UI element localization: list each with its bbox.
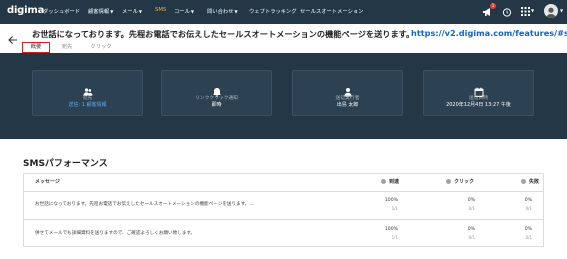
sort-icon — [446, 178, 451, 184]
apps-grid-icon[interactable] — [519, 5, 531, 18]
chevron-down-icon: ▼ — [234, 9, 238, 14]
delivered-count: 1/1 — [391, 235, 398, 240]
nav-item-sales-automation[interactable]: セールスオートメーション — [300, 7, 363, 15]
bell-icon — [212, 82, 222, 97]
stat-card-sent-at: 送信日時 2020年12月4日 13:27 午後 — [423, 70, 534, 116]
stat-label: リンククリック通知 — [195, 96, 238, 101]
nav-item-label: ダッシュボード — [43, 9, 81, 15]
nav-item-sms[interactable]: SMS — [155, 7, 166, 13]
top-navbar: digima ダッシュボード 顧客情報▼ メール▼ SMS コール▼ 問い合わせ… — [0, 0, 567, 24]
nav-item-customers[interactable]: 顧客情報▼ — [88, 7, 113, 15]
message-text[interactable]: 併せてメールでも詳細資料を送りますので、ご確認よろしくお願い致します。 — [35, 230, 195, 236]
delivered-count: 1/1 — [391, 206, 398, 211]
message-text[interactable]: お世話になっております。先程お電話でお伝えしたセールスオートメーションの機能ペー… — [35, 201, 254, 207]
delivered-rate: 100% — [384, 198, 398, 203]
sort-icon — [521, 178, 526, 184]
digima-logo[interactable]: digima — [7, 5, 44, 16]
stat-card-recipients: 宛先 送信: 1 顧客情報 — [32, 70, 143, 116]
recipients-link[interactable]: 送信: 1 顧客情報 — [33, 101, 142, 108]
column-header-label: 失敗 — [529, 179, 540, 185]
stat-value: 即時 — [211, 102, 222, 108]
tab-clicks[interactable]: クリック — [87, 42, 115, 53]
column-header-label: クリック — [454, 179, 475, 185]
stat-value: 出島 太郎 — [336, 102, 359, 108]
nav-item-mail[interactable]: メール▼ — [122, 7, 142, 15]
nav-item-label: セールスオートメーション — [300, 9, 364, 15]
divider — [24, 191, 543, 192]
tab-label: クリック — [90, 44, 112, 50]
chevron-down-icon: ▼ — [138, 9, 142, 14]
nav-item-dashboard[interactable]: ダッシュボード — [43, 7, 80, 15]
stat-value: 2020年12月4日 13:27 午後 — [446, 102, 511, 108]
chevron-down-icon: ▼ — [110, 9, 114, 14]
avatar[interactable] — [544, 4, 558, 18]
click-count: 0/1 — [468, 235, 475, 240]
tab-label: 宛先 — [61, 44, 73, 50]
sort-icon — [381, 178, 386, 184]
column-header-delivered[interactable]: 到達 — [381, 174, 399, 191]
nav-item-web-tracking[interactable]: ウェブトラッキング — [249, 7, 297, 15]
nav-item-label: メール — [122, 9, 138, 15]
people-icon — [83, 82, 93, 96]
column-header-message: メッセージ — [35, 179, 60, 185]
nav-item-call[interactable]: コール▼ — [174, 7, 194, 15]
section-title: SMSパフォーマンス — [23, 159, 108, 169]
column-header-label: 到達 — [389, 179, 400, 185]
column-header-click[interactable]: クリック — [446, 174, 474, 191]
nav-item-label: 問い合わせ — [207, 9, 234, 15]
fail-count: 0/1 — [525, 235, 532, 240]
tab-label: 概要 — [30, 44, 42, 50]
column-header-fail[interactable]: 失敗 — [521, 174, 539, 191]
delivered-rate: 100% — [384, 227, 398, 232]
feature-page-link[interactable]: https://v2.digima.com/features/#sale... — [411, 28, 567, 38]
fail-rate: 0% — [524, 227, 532, 232]
chevron-down-icon: ▼ — [190, 9, 194, 14]
fail-count: 0/1 — [525, 206, 532, 211]
tab-recipients[interactable]: 宛先 — [58, 42, 76, 53]
page-title: お世話になっております。先程お電話でお伝えしたセールスオートメーションの機能ペー… — [32, 29, 415, 39]
fail-rate: 0% — [524, 198, 532, 203]
stat-label: 宛先 — [82, 96, 93, 101]
nav-item-label: 顧客情報 — [88, 9, 110, 15]
sms-performance-table: メッセージ 到達 クリック 失敗 お世話になっております。先程お電話でお伝えした… — [23, 173, 544, 247]
back-arrow-icon[interactable] — [8, 30, 18, 44]
click-rate: 0% — [467, 227, 475, 232]
alarm-clock-icon[interactable] — [501, 5, 513, 18]
stat-card-click-notification: リンククリック通知 即時 — [161, 70, 272, 116]
stat-label: 送信日時 — [468, 96, 489, 101]
stat-label: 送信実行者 — [335, 96, 360, 101]
nav-item-label: コール — [174, 9, 190, 15]
click-count: 0/1 — [468, 206, 475, 211]
user-icon — [343, 82, 353, 97]
nav-item-label: SMS — [155, 7, 167, 13]
click-rate: 0% — [467, 198, 475, 203]
chevron-down-icon: ▼ — [560, 8, 564, 13]
calendar-icon — [474, 82, 484, 97]
stat-card-sender: 送信実行者 出島 太郎 — [292, 70, 403, 116]
nav-item-label: ウェブトラッキング — [249, 9, 297, 15]
notification-badge: 1 — [490, 3, 496, 9]
divider — [24, 219, 543, 220]
tab-overview[interactable]: 概要 — [22, 42, 50, 53]
nav-item-inquiry[interactable]: 問い合わせ▼ — [207, 7, 238, 15]
chevron-down-icon: ▼ — [531, 8, 535, 13]
